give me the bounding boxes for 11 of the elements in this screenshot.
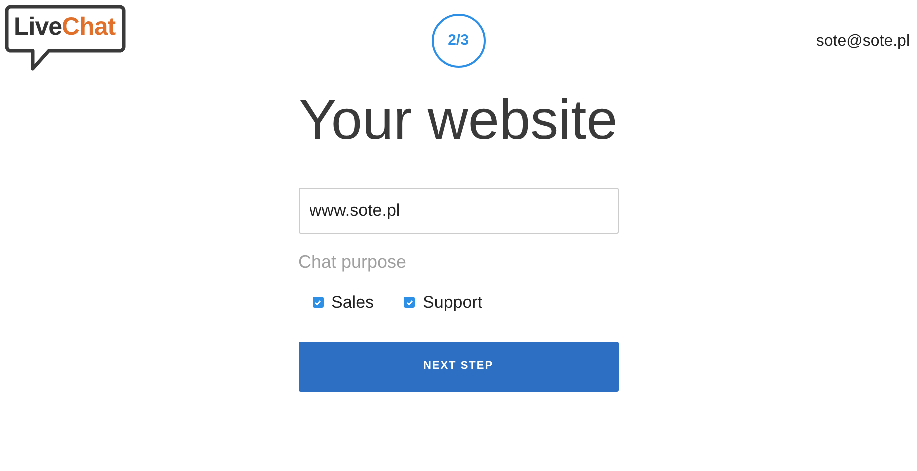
page-title: Your website <box>299 92 618 148</box>
website-field[interactable]: www.sote.pl <box>298 188 618 234</box>
checkbox[interactable] <box>404 297 416 308</box>
logo: LiveChat <box>5 5 126 72</box>
next-step-button[interactable]: NEXT STEP <box>298 342 618 392</box>
step-indicator: 2/3 <box>432 14 486 68</box>
checkbox-label: Sales <box>332 292 374 314</box>
chat-purpose-label: Chat purpose <box>298 251 408 274</box>
checkbox[interactable] <box>312 297 324 308</box>
user-email: sote@sote.pl <box>816 32 910 52</box>
checkbox-label: Support <box>423 292 483 314</box>
